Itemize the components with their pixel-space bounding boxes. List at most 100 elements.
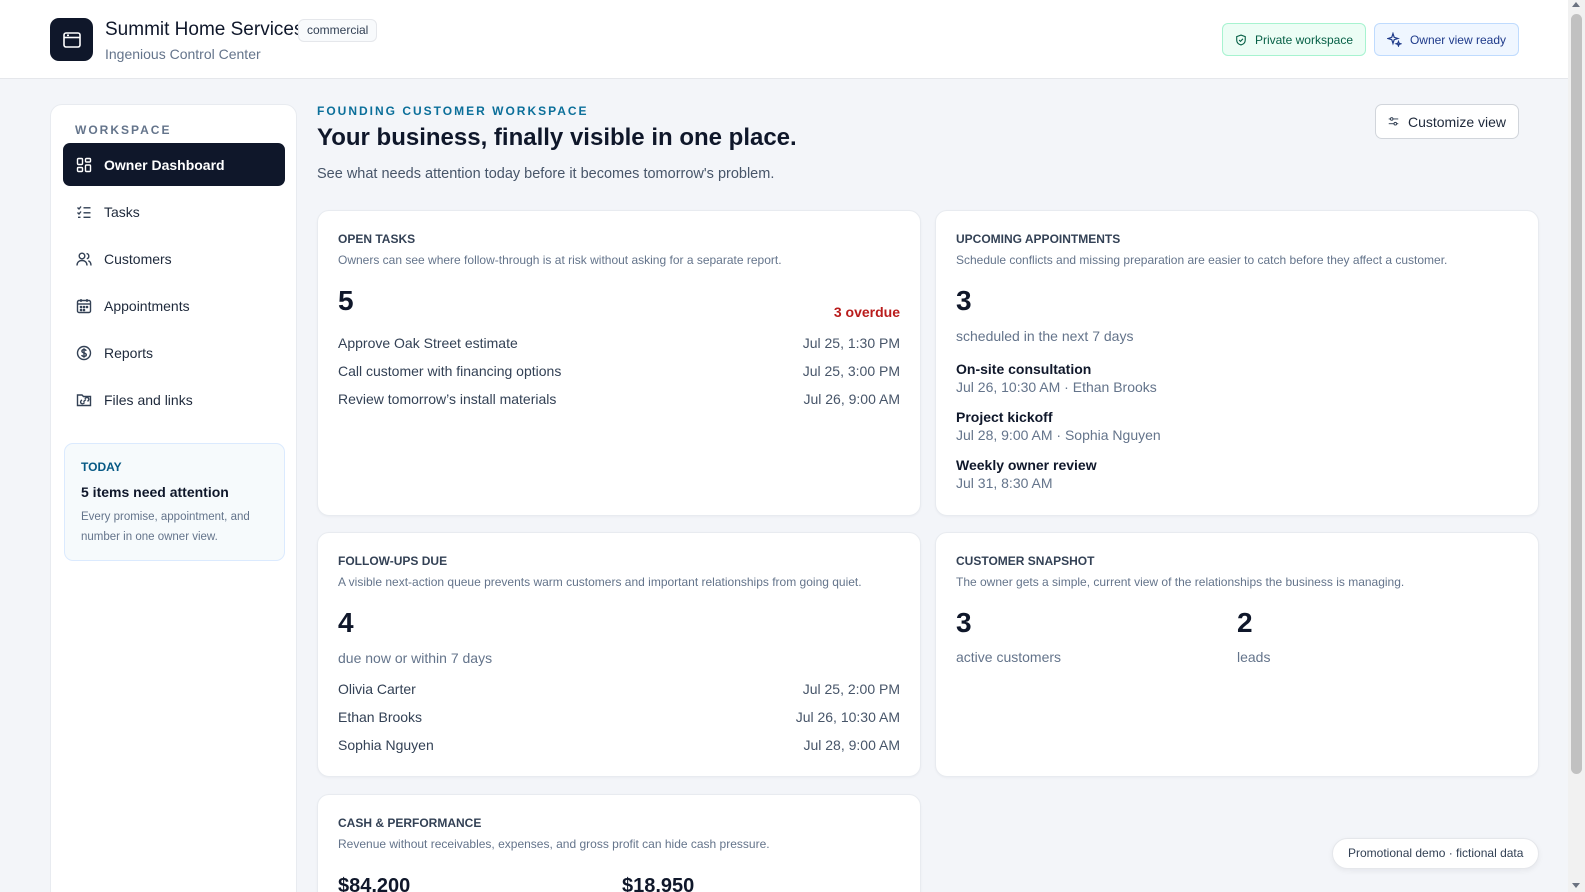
card-description: Revenue without receivables, expenses, a… — [338, 837, 770, 851]
appointment-item[interactable]: On-site consultation Jul 26, 10:30 AM · … — [956, 361, 1157, 395]
appointment-meta: Jul 28, 9:00 AM · Sophia Nguyen — [956, 427, 1161, 443]
task-due: Jul 26, 9:00 AM — [803, 391, 900, 407]
open-tasks-card: OPEN TASKS Owners can see where follow-t… — [317, 210, 921, 516]
today-title: 5 items need attention — [81, 484, 229, 500]
owner-view-badge[interactable]: Owner view ready — [1374, 23, 1519, 56]
scrollbar-thumb[interactable] — [1571, 14, 1582, 774]
task-list: Approve Oak Street estimate Jul 25, 1:30… — [338, 329, 900, 413]
cash-metric-value: $84,200 — [338, 875, 411, 892]
sidebar-item-customers[interactable]: Customers — [63, 237, 285, 280]
follow-up-name: Sophia Nguyen — [338, 737, 434, 753]
sidebar-section-label: WORKSPACE — [75, 123, 172, 137]
appointments-count: 3 — [956, 285, 972, 316]
follow-up-due: Jul 25, 2:00 PM — [802, 681, 900, 697]
leads-count: 2 — [1237, 607, 1253, 638]
sparkles-icon — [1387, 32, 1402, 47]
scroll-up-arrow-icon[interactable] — [1572, 2, 1580, 7]
follow-up-row[interactable]: Sophia Nguyen Jul 28, 9:00 AM — [338, 731, 900, 759]
card-title: CUSTOMER SNAPSHOT — [956, 554, 1095, 568]
card-description: Owners can see where follow-through is a… — [338, 253, 782, 267]
sidebar-item-label: Files and links — [104, 391, 193, 408]
today-text: Every promise, appointment, and number i… — [81, 511, 250, 543]
appointment-meta: Jul 31, 8:30 AM — [956, 475, 1053, 491]
card-title: CASH & PERFORMANCE — [338, 816, 482, 830]
sidebar-nav: Owner Dashboard Tasks Customers Appointm… — [63, 143, 285, 425]
card-title: UPCOMING APPOINTMENTS — [956, 232, 1121, 246]
sidebar-item-owner-dashboard[interactable]: Owner Dashboard — [63, 143, 285, 186]
active-customers-count: 3 — [956, 607, 972, 638]
sidebar-item-tasks[interactable]: Tasks — [63, 190, 285, 233]
follow-up-name: Olivia Carter — [338, 681, 416, 697]
leads-label: leads — [1237, 649, 1271, 665]
today-label: TODAY — [81, 460, 122, 474]
cash-metric-value: $18,950 — [622, 875, 695, 892]
folder-link-icon — [75, 391, 92, 408]
business-name: Summit Home Services — [105, 19, 304, 40]
card-title: FOLLOW-UPS DUE — [338, 554, 448, 568]
task-row[interactable]: Call customer with financing options Jul… — [338, 357, 900, 385]
follow-up-name: Ethan Brooks — [338, 709, 423, 725]
sidebar-item-label: Customers — [104, 250, 172, 267]
upcoming-appointments-card: UPCOMING APPOINTMENTS Schedule conflicts… — [935, 210, 1539, 516]
task-row[interactable]: Approve Oak Street estimate Jul 25, 1:30… — [338, 329, 900, 357]
follow-up-due: Jul 26, 10:30 AM — [795, 709, 900, 725]
appointment-name: Weekly owner review — [956, 457, 1097, 473]
follow-ups-count-label: due now or within 7 days — [338, 650, 493, 666]
sidebar-item-label: Tasks — [104, 203, 140, 220]
appointment-item[interactable]: Weekly owner review Jul 31, 8:30 AM — [956, 457, 1097, 491]
task-due: Jul 25, 3:00 PM — [802, 363, 900, 379]
open-tasks-count: 5 — [338, 285, 354, 316]
owner-view-label: Owner view ready — [1409, 32, 1506, 47]
page-subtitle: See what needs attention today before it… — [317, 166, 775, 182]
card-description: The owner gets a simple, current view of… — [956, 575, 1405, 589]
card-description: A visible next-action queue prevents war… — [338, 575, 862, 589]
overdue-count[interactable]: 3 overdue — [834, 304, 900, 320]
customize-view-label: Customize view — [1407, 113, 1506, 130]
task-name: Approve Oak Street estimate — [338, 335, 518, 351]
card-description: Schedule conflicts and missing preparati… — [956, 253, 1448, 267]
private-workspace-badge[interactable]: Private workspace — [1222, 23, 1366, 56]
sidebar-item-appointments[interactable]: Appointments — [63, 284, 285, 327]
appointment-meta: Jul 26, 10:30 AM · Ethan Brooks — [956, 379, 1157, 395]
business-type-badge: commercial — [298, 19, 378, 42]
card-title: OPEN TASKS — [338, 232, 416, 246]
task-due: Jul 25, 1:30 PM — [802, 335, 900, 351]
appointment-item[interactable]: Project kickoff Jul 28, 9:00 AM · Sophia… — [956, 409, 1161, 443]
active-customers-label: active customers — [956, 649, 1062, 665]
dollar-circle-icon — [75, 344, 92, 361]
follow-up-list: Olivia Carter Jul 25, 2:00 PM Ethan Broo… — [338, 675, 900, 759]
users-icon — [75, 250, 92, 267]
app-logo[interactable] — [50, 18, 93, 61]
follow-up-due: Jul 28, 9:00 AM — [803, 737, 900, 753]
task-row[interactable]: Review tomorrow’s install materials Jul … — [338, 385, 900, 413]
sidebar-item-label: Owner Dashboard — [104, 156, 225, 173]
page-scrollbar[interactable] — [1568, 0, 1585, 892]
sidebar-item-label: Reports — [104, 344, 154, 361]
customize-view-button[interactable]: Customize view — [1375, 104, 1519, 139]
appointment-name: Project kickoff — [956, 409, 1053, 425]
sidebar-item-files-and-links[interactable]: Files and links — [63, 378, 285, 421]
today-summary-card: TODAY 5 items need attention Every promi… — [64, 443, 285, 561]
top-bar: Summit Home Services commercial Ingeniou… — [0, 0, 1568, 79]
follow-ups-due-card: FOLLOW-UPS DUE A visible next-action que… — [317, 532, 921, 777]
shield-check-icon — [1236, 33, 1246, 46]
scroll-down-arrow-icon[interactable] — [1572, 883, 1580, 888]
private-workspace-label: Private workspace — [1254, 32, 1353, 47]
calendar-icon — [75, 297, 92, 314]
task-name: Review tomorrow’s install materials — [338, 391, 557, 407]
task-name: Call customer with financing options — [338, 363, 562, 379]
sidebar: WORKSPACE Owner Dashboard Tasks Customer… — [50, 104, 297, 892]
dashboard-grid-icon — [75, 156, 92, 173]
sidebar-item-label: Appointments — [104, 297, 190, 314]
demo-disclaimer-badge: Promotional demo · fictional data — [1332, 838, 1540, 869]
sliders-icon — [1388, 117, 1399, 126]
sidebar-item-reports[interactable]: Reports — [63, 331, 285, 374]
cash-performance-card: CASH & PERFORMANCE Revenue without recei… — [317, 794, 921, 892]
follow-up-row[interactable]: Olivia Carter Jul 25, 2:00 PM — [338, 675, 900, 703]
customer-snapshot-card: CUSTOMER SNAPSHOT The owner gets a simpl… — [935, 532, 1539, 777]
follow-up-row[interactable]: Ethan Brooks Jul 26, 10:30 AM — [338, 703, 900, 731]
appointment-name: On-site consultation — [956, 361, 1092, 377]
page-title: Your business, finally visible in one pl… — [317, 124, 797, 151]
business-subtitle: Ingenious Control Center — [105, 46, 261, 62]
follow-ups-count: 4 — [338, 607, 354, 638]
